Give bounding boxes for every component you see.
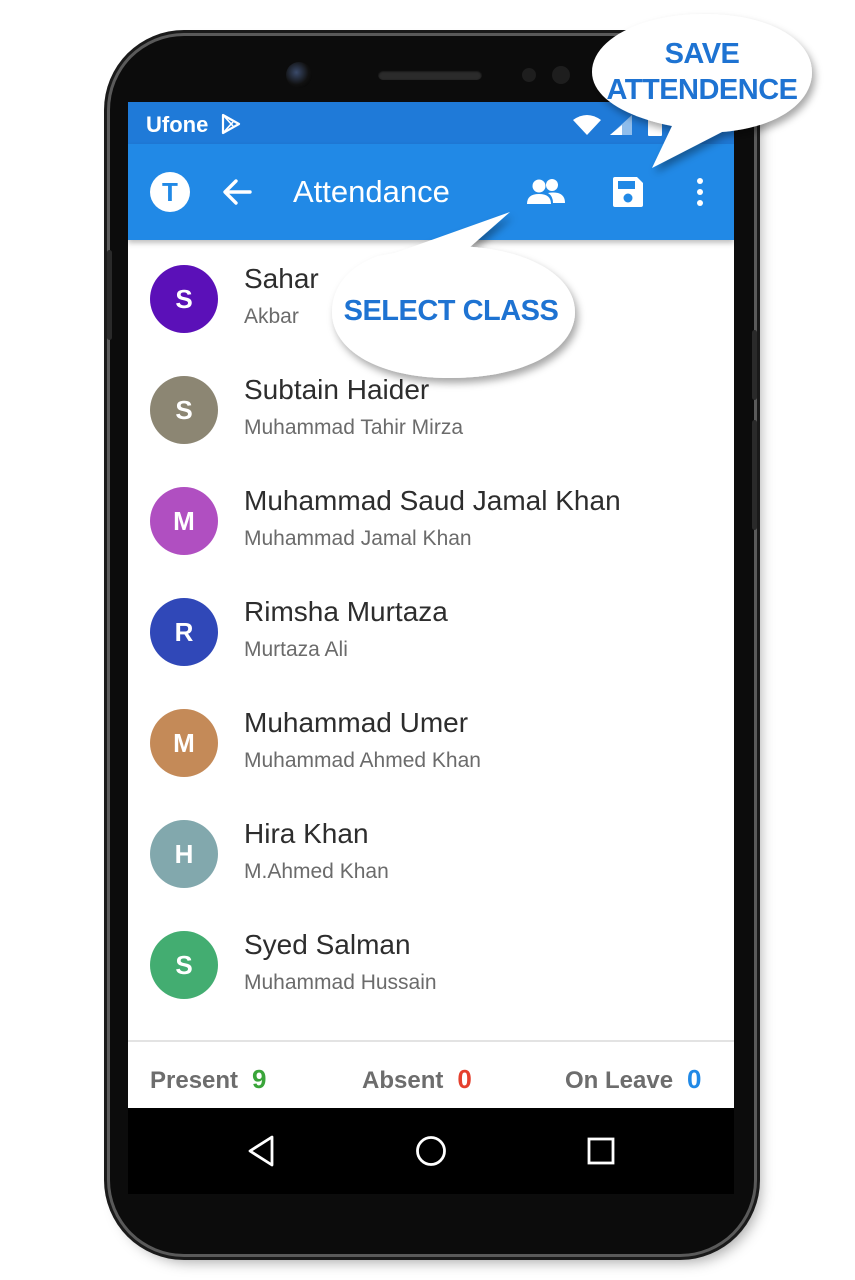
select-class-label: SELECT CLASS — [343, 295, 559, 327]
save-attendance-label: SAVE ATTENDENCE — [602, 36, 802, 108]
save-label-line1: SAVE — [664, 38, 740, 70]
save-label-line2: ATTENDENCE — [606, 74, 798, 106]
callout-bubbles — [332, 14, 812, 378]
